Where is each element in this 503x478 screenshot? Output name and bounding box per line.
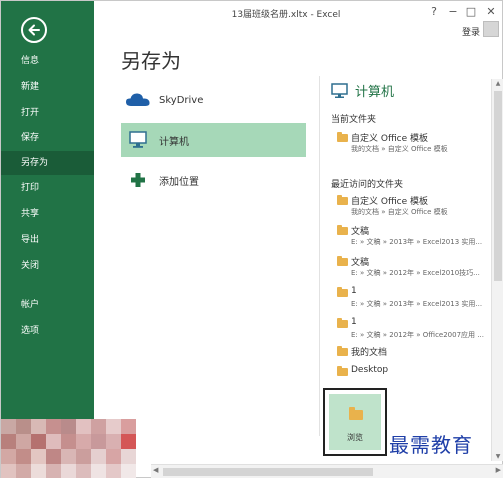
sidebar-item-save-as[interactable]: 另存为: [1, 151, 94, 175]
scrollbar-thumb[interactable]: [163, 468, 373, 476]
folder-icon: [337, 318, 348, 328]
browse-button[interactable]: 浏览: [323, 388, 387, 456]
sign-in-link[interactable]: 登录: [462, 25, 480, 38]
scroll-down-icon[interactable]: ▼: [492, 453, 503, 460]
folder-item-recent[interactable]: 1 E: » 文稿 » 2013年 » Excel2013 实用...: [335, 286, 497, 312]
restore-button[interactable]: □: [463, 5, 479, 18]
help-button[interactable]: ?: [426, 5, 442, 18]
folder-item-recent[interactable]: 自定义 Office 模板 我的文档 » 自定义 Office 模板: [335, 194, 497, 220]
sidebar-item-print[interactable]: 打印: [1, 176, 94, 200]
computer-heading: 计算机: [331, 81, 394, 100]
computer-icon: [125, 130, 151, 150]
window-title: 13届班级名册.xltx - Excel: [231, 10, 341, 20]
scroll-up-icon[interactable]: ▲: [492, 80, 503, 87]
folder-name: Desktop: [351, 365, 389, 375]
sidebar-item-open[interactable]: 打开: [1, 101, 94, 125]
place-computer[interactable]: 计算机: [121, 123, 306, 157]
folder-path: E: » 文稿 » 2013年 » Excel2013 实用...: [351, 238, 483, 246]
plus-icon: [125, 170, 151, 190]
excel-window: 信息 新建 打开 保存 另存为 打印 共享 导出 关闭 帐户 选项 13届班级名…: [0, 0, 503, 478]
place-label: 计算机: [159, 136, 189, 148]
folder-name: 文稿: [351, 227, 370, 237]
sidebar-item-save[interactable]: 保存: [1, 126, 94, 150]
panel-divider: [319, 76, 320, 436]
folder-name: 我的文档: [351, 348, 388, 358]
folder-name: 文稿: [351, 258, 370, 268]
folder-path: 我的文档 » 自定义 Office 模板: [351, 208, 448, 216]
folder-path: E: » 文稿 » 2012年 » Excel2010技巧...: [351, 269, 480, 277]
folder-icon: [349, 407, 363, 420]
watermark-text: 最需教育: [389, 433, 473, 457]
place-label: SkyDrive: [159, 94, 204, 106]
folder-path: 我的文档 » 自定义 Office 模板: [351, 145, 448, 153]
folder-item-recent[interactable]: 文稿 E: » 文稿 » 2012年 » Excel2010技巧...: [335, 255, 497, 281]
sidebar-item-export[interactable]: 导出: [1, 228, 94, 252]
back-arrow-icon: [28, 24, 40, 36]
browse-tile: 浏览: [329, 394, 381, 450]
folder-name: 1: [351, 286, 357, 296]
close-button[interactable]: ✕: [483, 5, 499, 18]
sidebar-item-share[interactable]: 共享: [1, 202, 94, 226]
horizontal-scrollbar[interactable]: ◀ ▶: [151, 464, 503, 478]
sidebar-item-new[interactable]: 新建: [1, 75, 94, 99]
folder-path: E: » 文稿 » 2013年 » Excel2013 实用...: [351, 300, 483, 308]
recent-folders-title: 最近访问的文件夹: [331, 180, 404, 190]
scroll-right-icon[interactable]: ▶: [496, 466, 501, 474]
folder-name: 自定义 Office 模板: [351, 197, 428, 207]
folder-name: 自定义 Office 模板: [351, 134, 428, 144]
pixelated-overlay: [1, 419, 151, 478]
folder-path: E: » 文稿 » 2012年 » Office2007应用 ...: [351, 331, 484, 339]
scroll-left-icon[interactable]: ◀: [153, 466, 158, 474]
page-title: 另存为: [121, 49, 181, 73]
minimize-button[interactable]: −: [445, 5, 461, 18]
scrollbar-thumb[interactable]: [494, 91, 502, 281]
folder-icon: [337, 366, 348, 376]
place-add-location[interactable]: 添加位置: [121, 163, 306, 197]
folder-item-recent[interactable]: 1 E: » 文稿 » 2012年 » Office2007应用 ...: [335, 317, 497, 343]
folder-icon: [337, 225, 348, 235]
folder-icon: [337, 256, 348, 266]
folder-item-recent[interactable]: 文稿 E: » 文稿 » 2013年 » Excel2013 实用...: [335, 224, 497, 250]
sidebar-item-options[interactable]: 选项: [1, 319, 94, 343]
computer-heading-label: 计算机: [355, 85, 395, 100]
current-folder-title: 当前文件夹: [331, 115, 377, 125]
cloud-icon: [125, 90, 151, 110]
sidebar-item-close[interactable]: 关闭: [1, 254, 94, 278]
vertical-scrollbar[interactable]: ▲ ▼: [491, 79, 503, 461]
avatar[interactable]: [483, 21, 499, 37]
folder-icon: [337, 287, 348, 297]
sidebar-item-info[interactable]: 信息: [1, 49, 94, 73]
browse-label: 浏览: [347, 433, 363, 442]
sidebar-item-account[interactable]: 帐户: [1, 293, 94, 317]
computer-icon: [331, 82, 348, 98]
back-button[interactable]: [21, 17, 47, 43]
folder-icon: [337, 132, 348, 142]
place-skydrive[interactable]: SkyDrive: [121, 83, 306, 117]
place-label: 添加位置: [159, 176, 199, 188]
backstage-sidebar: 信息 新建 打开 保存 另存为 打印 共享 导出 关闭 帐户 选项: [1, 1, 94, 478]
folder-item-current[interactable]: 自定义 Office 模板 我的文档 » 自定义 Office 模板: [335, 131, 497, 157]
folder-icon: [337, 346, 348, 356]
folder-icon: [337, 195, 348, 205]
folder-name: 1: [351, 317, 357, 327]
